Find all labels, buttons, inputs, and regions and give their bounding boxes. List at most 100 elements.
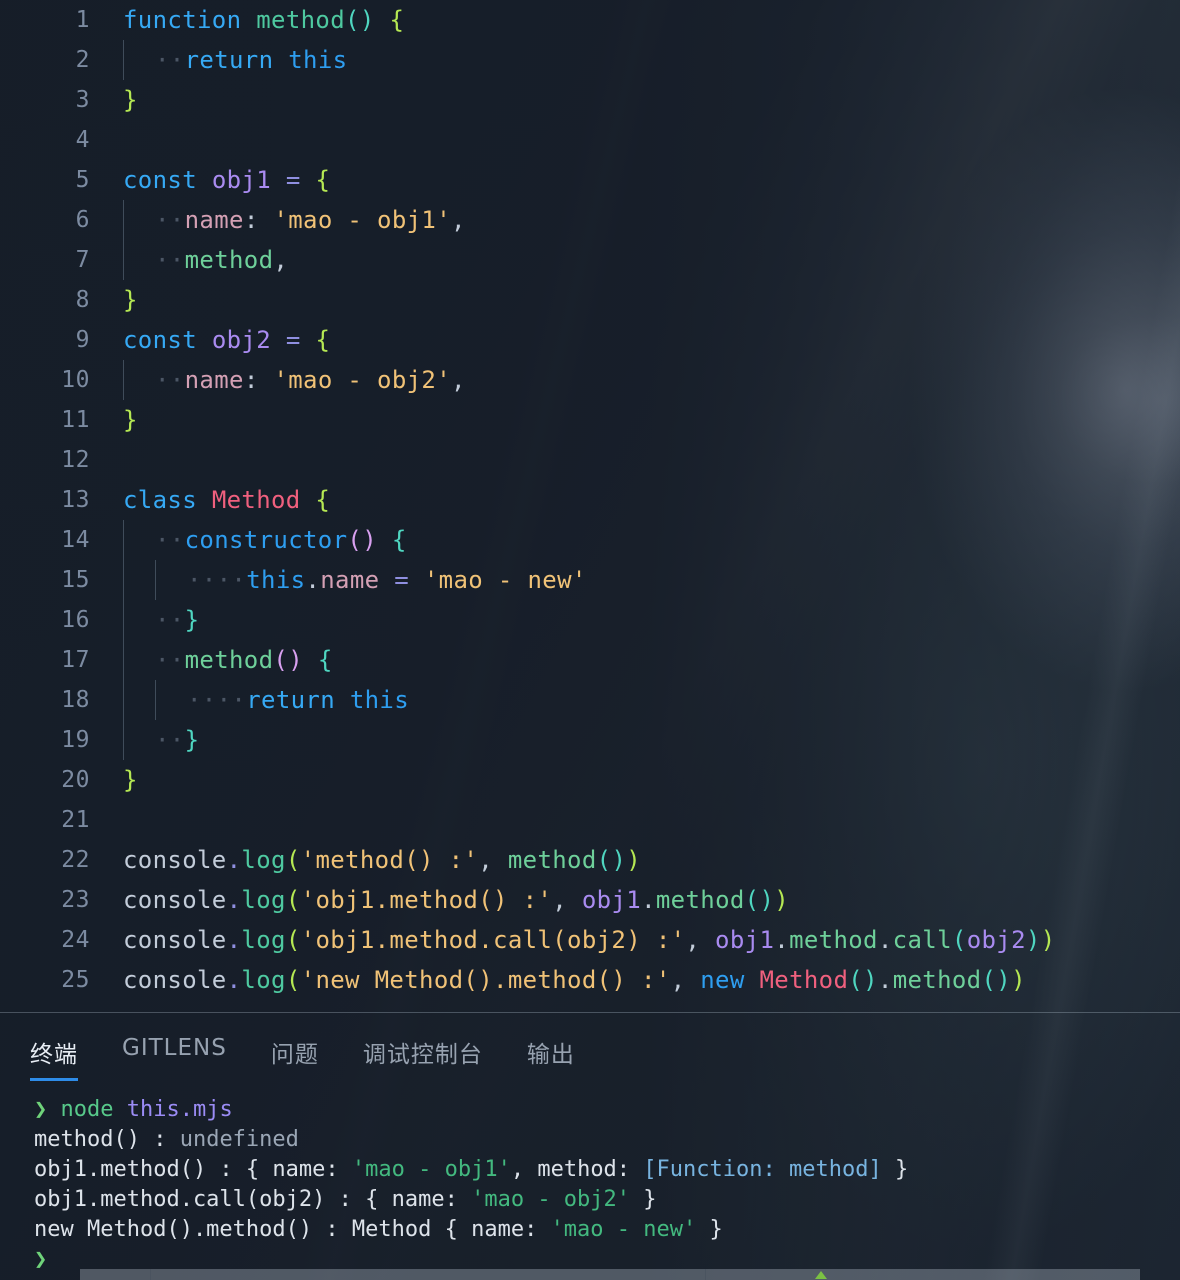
code-line[interactable]: 7 ··method, (0, 240, 1180, 280)
terminal-token: obj1.method.call(obj2) : { name: (34, 1187, 472, 1212)
line-number: 22 (61, 847, 90, 873)
code-text[interactable]: } (104, 760, 1180, 800)
terminal-output[interactable]: ❯ node this.mjs method() : undefined obj1.… (0, 1085, 1180, 1280)
code-text[interactable]: console.log('obj1.method.call(obj2) :', … (104, 920, 1180, 960)
code-line[interactable]: 4 (0, 120, 1180, 160)
code-token: , (552, 886, 568, 914)
code-line[interactable]: 9 const obj2 = { (0, 320, 1180, 360)
line-number: 25 (61, 967, 90, 993)
code-line[interactable]: 24 console.log('obj1.method.call(obj2) :'… (0, 920, 1180, 960)
code-token: } (123, 286, 138, 314)
code-text[interactable]: ····return this (104, 680, 1180, 720)
code-token: ( (285, 886, 301, 914)
code-text[interactable]: } (104, 280, 1180, 320)
code-line[interactable]: 11} (0, 400, 1180, 440)
code-token: { (389, 6, 405, 34)
terminal-token: 'mao - obj1' (351, 1157, 511, 1182)
panel-tab-bar[interactable]: 终端 GITLENS 问题 调试控制台 输出 (0, 1013, 1180, 1085)
panel-tab-1[interactable]: GITLENS (122, 1035, 227, 1073)
panel-tab-2[interactable]: 问题 (271, 1035, 319, 1081)
code-text[interactable]: ··} (104, 600, 1180, 640)
code-line[interactable]: 13 class Method { (0, 480, 1180, 520)
code-line[interactable]: 17 ··method() { (0, 640, 1180, 680)
code-text[interactable]: console.log('method() :', method()) (104, 840, 1180, 880)
code-token: ) (774, 886, 790, 914)
status-bar (0, 1268, 1180, 1280)
code-line[interactable]: 3} (0, 80, 1180, 120)
code-line[interactable]: 18 ····return this (0, 680, 1180, 720)
code-token: : (243, 366, 259, 394)
code-token: this (349, 686, 410, 714)
code-text[interactable]: } (104, 400, 1180, 440)
code-token: obj1 (211, 166, 272, 194)
terminal-token: method() : (34, 1127, 180, 1152)
code-line[interactable]: 12 (0, 440, 1180, 480)
terminal-token: undefined (179, 1127, 299, 1152)
code-token: console (123, 886, 227, 914)
code-line[interactable]: 23 console.log('obj1.method() :', obj1.me… (0, 880, 1180, 920)
code-token: console (123, 966, 227, 994)
code-token: obj2 (966, 926, 1026, 954)
code-token: { (315, 326, 331, 354)
code-token: () (848, 966, 878, 994)
code-line[interactable]: 20} (0, 760, 1180, 800)
whitespace-dot: ·· (155, 606, 185, 634)
whitespace-dot: ·· (155, 206, 185, 234)
code-token: ( (951, 926, 967, 954)
code-line[interactable]: 21 (0, 800, 1180, 840)
code-text[interactable]: class Method { (104, 480, 1180, 520)
code-line[interactable]: 25 console.log('new Method().method() :',… (0, 960, 1180, 1000)
code-text[interactable]: ··} (104, 720, 1180, 760)
code-text[interactable]: ··constructor() { (104, 520, 1180, 560)
code-text[interactable]: ··return this (104, 40, 1180, 80)
code-editor[interactable]: 1 function method() {2 ··return this 3} 4 5 co… (0, 0, 1180, 1012)
code-token: () (744, 886, 775, 914)
code-line[interactable]: 16 ··} (0, 600, 1180, 640)
code-text[interactable]: ··name: 'mao - obj2', (104, 360, 1180, 400)
code-text[interactable]: function method() { (104, 0, 1180, 40)
code-text[interactable]: console.log('obj1.method() :', obj1.meth… (104, 880, 1180, 920)
code-token: } (123, 86, 138, 114)
code-text[interactable]: const obj2 = { (104, 320, 1180, 360)
code-line[interactable]: 2 ··return this (0, 40, 1180, 80)
code-token: Method (759, 966, 849, 994)
code-text[interactable]: ····this.name = 'mao - new' (104, 560, 1180, 600)
code-line[interactable]: 8} (0, 280, 1180, 320)
terminal-token: 'mao - obj2' (471, 1187, 631, 1212)
code-token: . (774, 926, 790, 954)
panel-tab-3[interactable]: 调试控制台 (363, 1035, 483, 1081)
line-number: 24 (61, 927, 90, 953)
code-line[interactable]: 1 function method() { (0, 0, 1180, 40)
code-line[interactable]: 6 ··name: 'mao - obj1', (0, 200, 1180, 240)
panel-tab-0[interactable]: 终端 (30, 1035, 78, 1081)
line-number: 23 (61, 887, 90, 913)
panel-tab-4[interactable]: 输出 (527, 1035, 575, 1081)
terminal-line: obj1.method() : { name: 'mao - obj1', me… (34, 1155, 1180, 1185)
code-text[interactable]: ··name: 'mao - obj1', (104, 200, 1180, 240)
code-line[interactable]: 10 ··name: 'mao - obj2', (0, 360, 1180, 400)
code-line[interactable]: 22 console.log('method() :', method()) (0, 840, 1180, 880)
code-line[interactable]: 14 ··constructor() { (0, 520, 1180, 560)
code-token: class (123, 486, 197, 514)
code-text[interactable]: console.log('new Method().method() :', n… (104, 960, 1180, 1000)
code-token: , (478, 846, 494, 874)
code-line[interactable]: 15 ····this.name = 'mao - new' (0, 560, 1180, 600)
code-text[interactable]: ··method, (104, 240, 1180, 280)
code-token: 'obj1.method() :' (300, 886, 553, 914)
code-token: , (685, 926, 701, 954)
horizontal-scrollbar[interactable] (80, 1269, 1140, 1280)
line-number: 15 (61, 567, 90, 593)
code-token: . (305, 566, 321, 594)
code-token: . (641, 886, 656, 914)
code-text[interactable]: const obj1 = { (104, 160, 1180, 200)
code-text[interactable]: ··method() { (104, 640, 1180, 680)
code-line[interactable]: 5 const obj1 = { (0, 160, 1180, 200)
scrollbar-notch (150, 1269, 151, 1280)
scrollbar-notch (705, 1269, 706, 1280)
code-token: function (123, 6, 242, 34)
code-token: method (655, 886, 745, 914)
code-token: , (451, 366, 466, 394)
code-line[interactable]: 19 ··} (0, 720, 1180, 760)
code-text[interactable]: } (104, 80, 1180, 120)
